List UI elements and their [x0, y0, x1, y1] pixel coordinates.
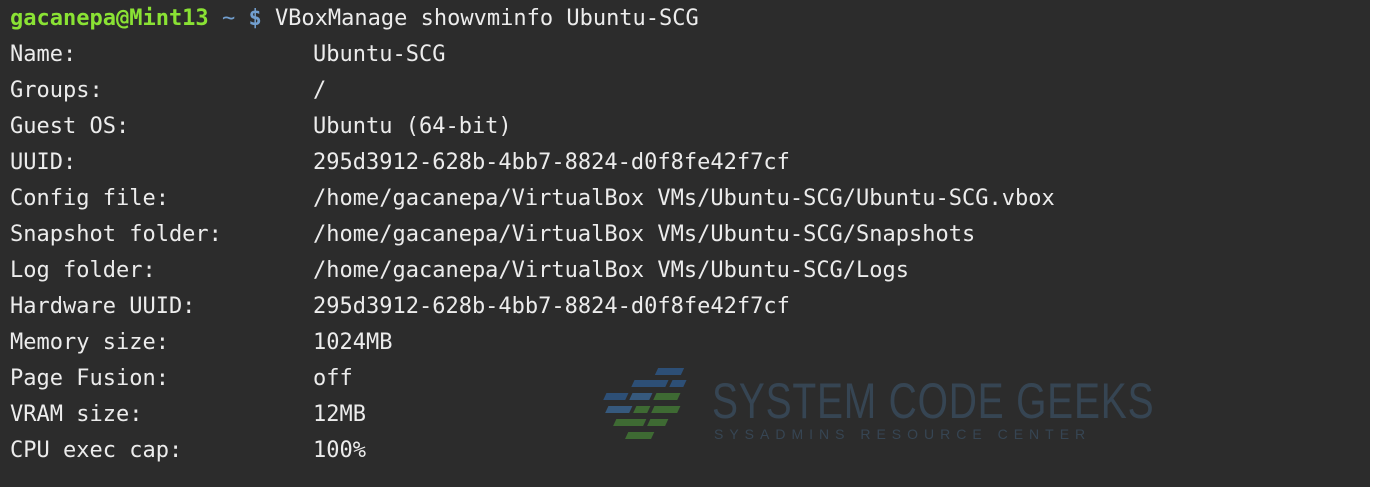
- info-value: /home/gacanepa/VirtualBox VMs/Ubuntu-SCG…: [313, 258, 910, 283]
- info-key: VRAM size:: [10, 402, 143, 427]
- info-key: Log folder:: [10, 258, 156, 283]
- prompt-symbol: $: [248, 6, 262, 31]
- info-row: UUID: 295d3912-628b-4bb7-8824-d0f8fe42f7c…: [10, 145, 790, 181]
- info-value: 1024MB: [313, 330, 393, 355]
- info-value: 12MB: [313, 402, 366, 427]
- info-value: Ubuntu-SCG: [313, 42, 446, 67]
- info-row: Name: Ubuntu-SCG: [10, 37, 445, 73]
- info-row: Groups: /: [10, 73, 326, 109]
- info-value: off: [313, 366, 353, 391]
- info-key: UUID:: [10, 150, 77, 175]
- info-row: Guest OS: Ubuntu (64-bit): [10, 109, 512, 145]
- info-row: Memory size: 1024MB: [10, 325, 392, 361]
- info-key: Memory size:: [10, 330, 169, 355]
- info-row: VRAM size: 12MB: [10, 397, 366, 433]
- info-row: Hardware UUID: 295d3912-628b-4bb7-8824-d0…: [10, 289, 790, 325]
- command-prompt-line: gacanepa@Mint13 ~ $ VBoxManage showvminf…: [10, 1, 699, 37]
- terminal-window[interactable]: gacanepa@Mint13 ~ $ VBoxManage showvminf…: [0, 0, 1374, 487]
- info-row: Config file: /home/gacanepa/VirtualBox VM…: [10, 181, 1055, 217]
- info-value: Ubuntu (64-bit): [313, 114, 512, 139]
- info-value: 295d3912-628b-4bb7-8824-d0f8fe42f7cf: [313, 294, 790, 319]
- command-text: VBoxManage showvminfo Ubuntu-SCG: [274, 6, 699, 31]
- system-code-geeks-logo-icon: [603, 368, 687, 439]
- info-key: Guest OS:: [10, 114, 130, 139]
- info-value: /home/gacanepa/VirtualBox VMs/Ubuntu-SCG…: [313, 222, 976, 247]
- info-value: 295d3912-628b-4bb7-8824-d0f8fe42f7cf: [313, 150, 790, 175]
- info-key: Groups:: [10, 78, 103, 103]
- info-row: Log folder: /home/gacanepa/VirtualBox VMs…: [10, 253, 909, 289]
- info-key: Hardware UUID:: [10, 294, 196, 319]
- prompt-user-host: gacanepa@Mint13: [10, 6, 209, 31]
- info-key: Page Fusion:: [10, 366, 169, 391]
- info-row: CPU exec cap: 100%: [10, 433, 366, 469]
- info-value: /: [313, 78, 327, 103]
- prompt-path: ~: [221, 6, 236, 31]
- info-key: Snapshot folder:: [10, 222, 222, 247]
- info-key: Config file:: [10, 186, 169, 211]
- info-row: Page Fusion: off: [10, 361, 353, 397]
- info-value: /home/gacanepa/VirtualBox VMs/Ubuntu-SCG…: [313, 186, 1055, 211]
- info-value: 100%: [313, 438, 366, 463]
- info-row: Snapshot folder: /home/gacanepa/VirtualBo…: [10, 217, 975, 253]
- watermark-subtitle: SYSADMINS RESOURCE CENTER: [714, 426, 1092, 442]
- watermark: SYSTEM CODE GEEKS SYSADMINS RESOURCE CEN…: [590, 358, 1154, 458]
- watermark-title: SYSTEM CODE GEEKS: [712, 373, 1155, 429]
- info-key: CPU exec cap:: [10, 438, 183, 463]
- info-key: Name:: [10, 42, 77, 67]
